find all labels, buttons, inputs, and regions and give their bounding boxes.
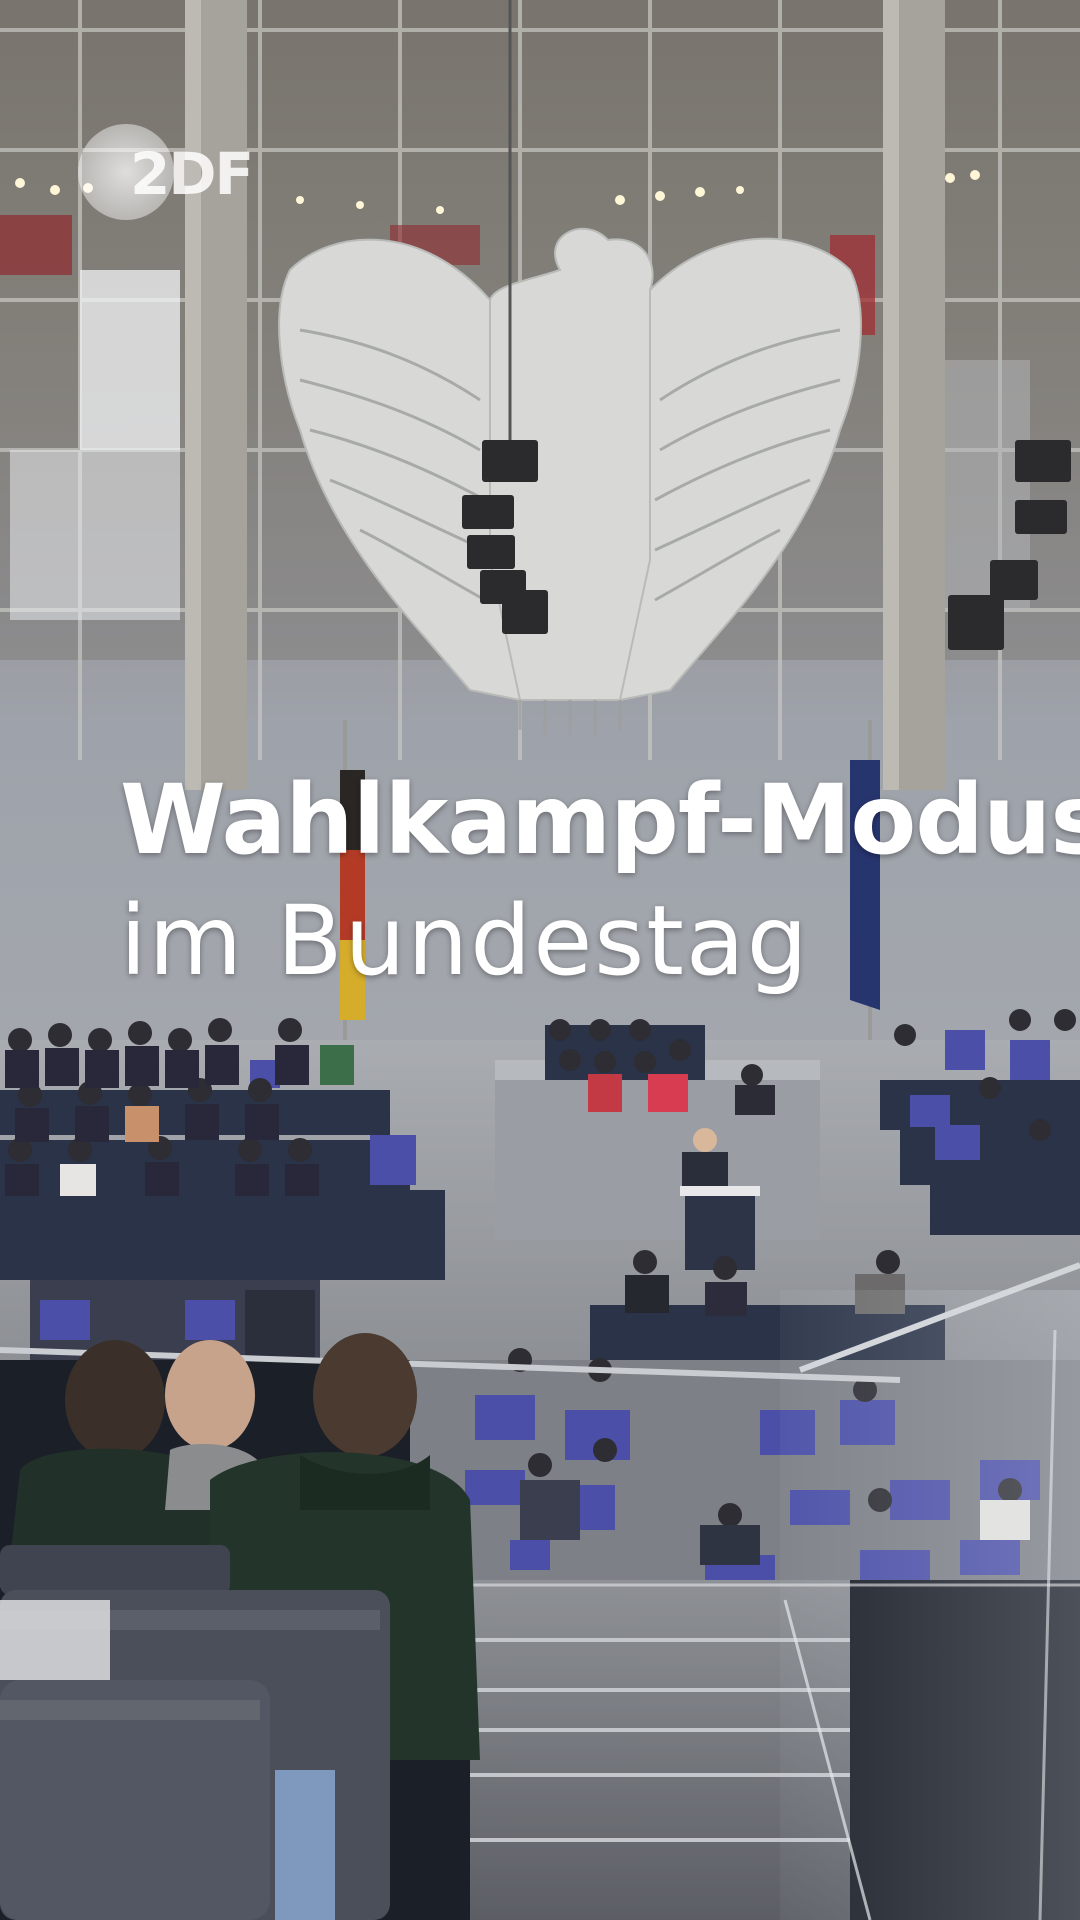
zdf-logo-icon: 2DF [78,124,254,220]
zdf-logo-text: 2DF [130,140,252,208]
headline-overlay: Wahlkampf-Modus im Bundestag [120,760,1080,1002]
headline-title: Wahlkampf-Modus [120,764,1080,876]
video-frame[interactable]: 2DF Wahlkampf-Modus im Bundestag [0,0,1080,1920]
headline-subtitle: im Bundestag [120,885,810,997]
